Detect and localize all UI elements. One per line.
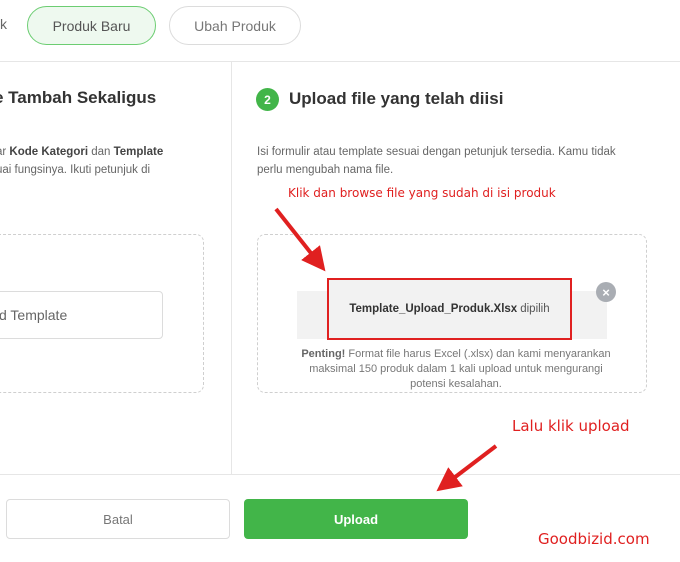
red-arrow-icon bbox=[274, 207, 326, 272]
red-arrow-icon bbox=[436, 444, 498, 492]
annotation-arrows bbox=[274, 207, 498, 492]
